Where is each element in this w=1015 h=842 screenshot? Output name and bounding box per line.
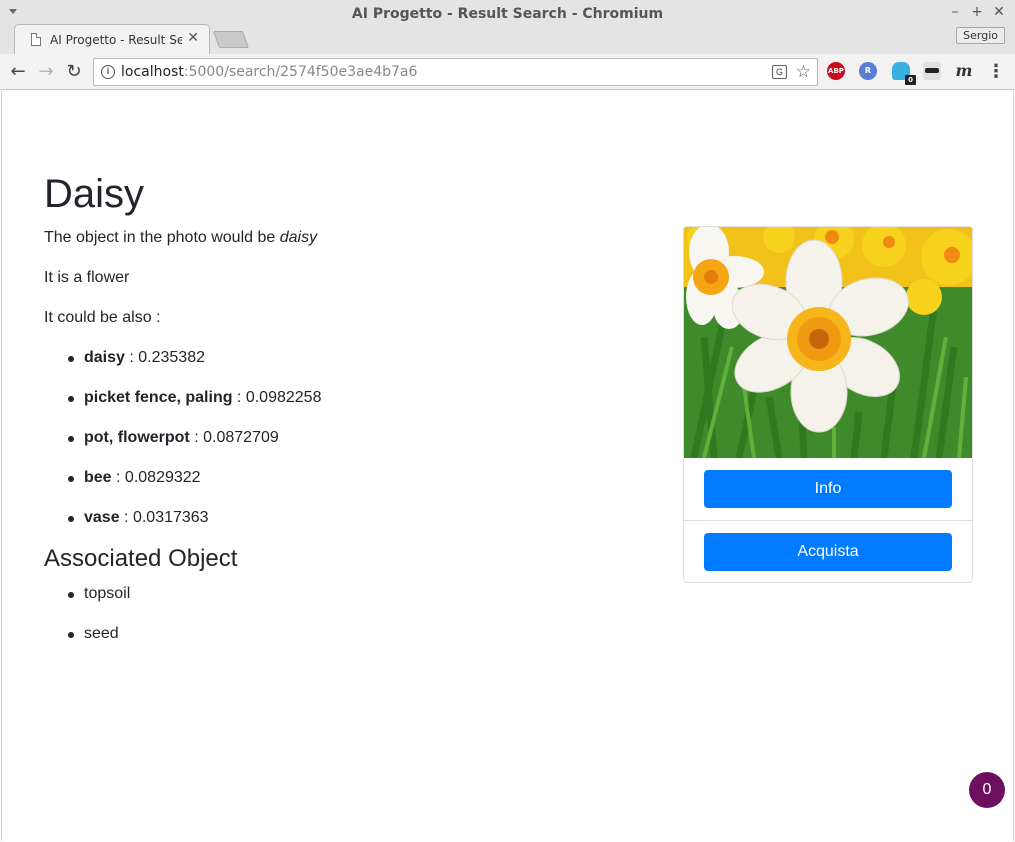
list-item: topsoil <box>67 585 130 625</box>
alternatives-list: daisy : 0.235382 picket fence, paling : … <box>67 349 322 549</box>
url-text[interactable]: localhost:5000/search/2574f50e3ae4b7a6 <box>121 64 417 80</box>
list-item: daisy : 0.235382 <box>67 349 321 389</box>
list-item: vase : 0.0317363 <box>67 509 321 549</box>
tab-title: AI Progetto - Result Search <box>50 33 182 47</box>
extension-m-icon[interactable]: m <box>955 62 973 80</box>
minimize-button[interactable]: – <box>947 4 963 20</box>
ghostery-icon[interactable]: 0 <box>892 62 916 85</box>
alternative-name: daisy <box>84 349 125 366</box>
page-title: Daisy <box>44 172 145 216</box>
tab-strip: AI Progetto - Result Search ✕ Sergio <box>0 22 1015 54</box>
page-icon <box>31 33 41 46</box>
object-sentence: The object in the photo would be daisy <box>44 229 317 247</box>
privacy-mask-icon[interactable] <box>923 62 941 80</box>
buy-button[interactable]: Acquista <box>704 533 952 571</box>
alternatives-label: It could be also : <box>44 309 161 326</box>
address-bar[interactable]: i localhost:5000/search/2574f50e3ae4b7a6… <box>93 58 818 86</box>
category-sentence: It is a flower <box>44 269 130 286</box>
close-window-button[interactable]: ✕ <box>991 4 1007 20</box>
buy-row: Acquista <box>684 521 972 582</box>
extension-r-icon[interactable]: R <box>859 62 877 80</box>
alternative-score: 0.0872709 <box>203 429 279 446</box>
reload-button[interactable]: ↻ <box>62 60 86 84</box>
url-path: :5000/search/2574f50e3ae4b7a6 <box>183 64 418 80</box>
forward-button[interactable]: → <box>34 60 58 84</box>
associated-heading: Associated Object <box>44 545 238 572</box>
page-viewport: Daisy The object in the photo would be d… <box>1 91 1014 841</box>
alternative-name: picket fence, paling <box>84 389 233 406</box>
browser-tab[interactable]: AI Progetto - Result Search ✕ <box>14 24 210 54</box>
floating-counter-button[interactable]: 0 <box>969 772 1005 808</box>
browser-toolbar: ← → ↻ i localhost:5000/search/2574f50e3a… <box>0 54 1015 90</box>
object-name: daisy <box>279 229 318 246</box>
url-host: localhost <box>121 64 184 80</box>
daffodil-image <box>684 227 972 458</box>
adblock-plus-icon[interactable]: ABP <box>827 62 845 80</box>
window-title: AI Progetto - Result Search - Chromium <box>351 6 664 22</box>
site-info-icon[interactable]: i <box>101 65 115 79</box>
list-item: bee : 0.0829322 <box>67 469 321 509</box>
browser-menu-icon[interactable]: ⋮ <box>987 62 1005 80</box>
flower-photo <box>684 227 972 458</box>
result-card: Info Acquista <box>683 226 973 583</box>
info-button[interactable]: Info <box>704 470 952 508</box>
translate-icon[interactable]: G <box>772 65 787 79</box>
bookmark-star-icon[interactable]: ☆ <box>796 62 811 82</box>
maximize-button[interactable]: + <box>969 4 985 20</box>
associated-list: topsoil seed <box>67 585 130 665</box>
alternative-name: bee <box>84 469 112 486</box>
new-tab-button[interactable] <box>212 31 250 48</box>
object-prefix: The object in the photo would be <box>44 229 280 246</box>
alternative-name: vase <box>84 509 120 526</box>
alternative-score: 0.235382 <box>138 349 205 366</box>
ghostery-badge: 0 <box>905 75 916 85</box>
alternative-score: 0.0829322 <box>124 469 201 486</box>
info-row: Info <box>684 458 972 521</box>
alternative-name: pot, flowerpot <box>84 429 190 446</box>
list-item: picket fence, paling : 0.0982258 <box>67 389 322 429</box>
back-button[interactable]: ← <box>6 60 30 84</box>
profile-button[interactable]: Sergio <box>956 27 1005 44</box>
list-item: seed <box>67 625 130 665</box>
alternative-score: 0.0317363 <box>132 509 209 526</box>
alternative-score: 0.0982258 <box>245 389 322 406</box>
tab-close-icon[interactable]: ✕ <box>187 30 199 46</box>
list-item: pot, flowerpot : 0.0872709 <box>67 429 321 469</box>
